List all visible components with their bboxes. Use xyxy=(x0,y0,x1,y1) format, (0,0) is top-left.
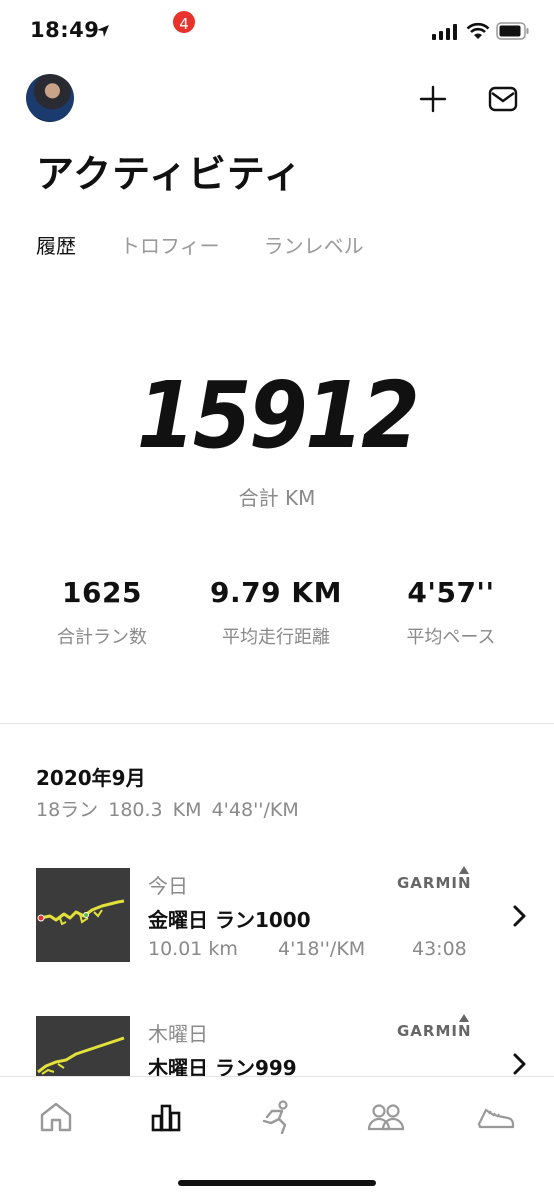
month-pace: 4'48''/KM xyxy=(211,799,299,821)
stat-total-runs: 1625 合計ラン数 xyxy=(22,576,182,649)
activity-row[interactable]: 今日 GARMIN 金曜日 ラン1000 10.01 km 4'18''/KM … xyxy=(0,866,554,976)
garmin-triangle-icon xyxy=(459,866,469,874)
chevron-right-icon xyxy=(513,905,526,927)
battery-icon xyxy=(496,22,529,40)
stat-value: 9.79 KM xyxy=(210,576,342,609)
inbox-button[interactable] xyxy=(486,82,520,116)
wifi-icon xyxy=(466,22,490,39)
avatar[interactable] xyxy=(26,74,74,122)
home-icon xyxy=(40,1102,72,1132)
location-arrow-icon xyxy=(97,25,109,37)
total-distance-value: 15912 xyxy=(136,362,420,469)
activity-pace: 4'18''/KM xyxy=(278,938,366,960)
plus-icon xyxy=(419,85,447,113)
month-title: 2020年9月 xyxy=(36,766,146,790)
activity-distance: 10.01 km xyxy=(148,938,238,960)
stat-label: 合計ラン数 xyxy=(57,627,147,648)
nav-club[interactable] xyxy=(366,1097,406,1137)
people-icon xyxy=(367,1104,405,1131)
activity-day: 木曜日 xyxy=(148,1022,208,1046)
garmin-logo: GARMIN xyxy=(397,874,472,892)
stat-value: 4'57'' xyxy=(407,576,495,609)
runner-icon xyxy=(262,1100,288,1135)
status-bar: 18:49 xyxy=(0,0,554,64)
signal-icon xyxy=(432,24,457,40)
mail-icon xyxy=(488,86,518,112)
activity-duration: 43:08 xyxy=(412,938,467,960)
route-map-thumbnail xyxy=(36,868,130,962)
garmin-triangle-icon xyxy=(459,1014,469,1022)
stat-value: 1625 xyxy=(62,576,142,609)
chevron-right-icon xyxy=(513,1053,526,1075)
garmin-logo: GARMIN xyxy=(397,1022,472,1040)
route-map-image xyxy=(37,899,125,926)
status-time: 18:49 xyxy=(30,18,100,42)
activity-bar-chart-icon xyxy=(151,1104,181,1132)
month-runs: 18ラン xyxy=(36,799,99,821)
add-button[interactable] xyxy=(416,82,450,116)
tab-run-level[interactable]: ランレベル xyxy=(264,230,364,259)
divider xyxy=(0,723,554,724)
tab-history[interactable]: 履歴 xyxy=(36,230,76,259)
stats-summary: 1625 合計ラン数 9.79 KM 平均走行距離 4'57'' 平均ペース xyxy=(0,576,554,656)
nav-shoes[interactable] xyxy=(476,1097,516,1137)
nav-run[interactable] xyxy=(256,1097,296,1137)
home-indicator xyxy=(178,1180,376,1186)
stat-label: 平均ペース xyxy=(406,627,496,648)
nav-activity[interactable] xyxy=(146,1097,186,1137)
shoe-icon xyxy=(477,1108,515,1129)
stat-average-pace: 4'57'' 平均ペース xyxy=(371,576,531,649)
month-summary: 18ラン 180.3 KM 4'48''/KM xyxy=(36,795,299,822)
tab-trophies[interactable]: トロフィー xyxy=(120,230,220,259)
stat-label: 平均走行距離 xyxy=(222,627,330,648)
page-title: アクティビティ xyxy=(36,152,303,196)
tab-bar: 履歴 トロフィー ランレベル xyxy=(36,230,408,259)
notification-badge: 4 xyxy=(171,9,197,35)
nav-home[interactable] xyxy=(36,1097,76,1137)
activity-name: 金曜日 ラン1000 xyxy=(148,908,311,932)
stat-average-distance: 9.79 KM 平均走行距離 xyxy=(196,576,356,649)
month-distance: 180.3 KM xyxy=(108,799,202,821)
activity-day: 今日 xyxy=(148,874,188,898)
total-distance-label: 合計 KM xyxy=(238,486,316,510)
